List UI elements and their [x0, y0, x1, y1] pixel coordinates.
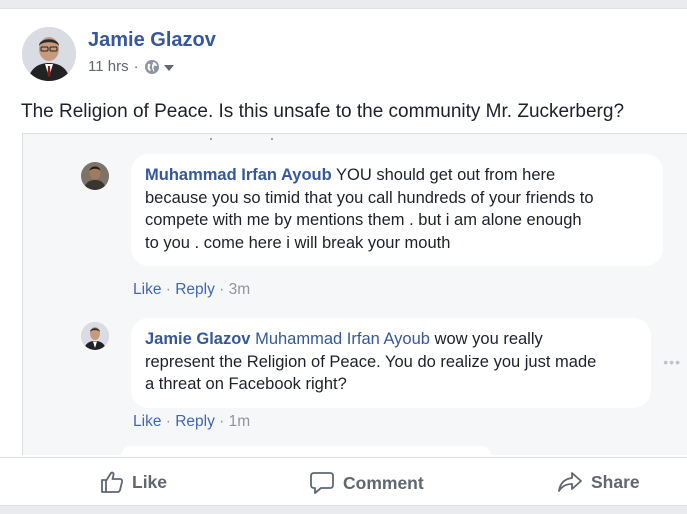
globe-icon[interactable]	[144, 59, 160, 75]
comment-bubble: Muhammad Irfan Ayoub YOU should get out …	[131, 154, 663, 266]
post-timestamp[interactable]: 11 hrs	[88, 58, 129, 75]
share-arrow-icon	[558, 472, 582, 492]
comment-1-actions: Like · Reply · 3m	[133, 281, 251, 298]
post-time-row: 11 hrs ·	[88, 58, 216, 75]
comment-mention-link[interactable]: Muhammad Irfan Ayoub	[255, 330, 430, 348]
like-button[interactable]: Like	[100, 471, 167, 493]
comment-text-line: compete with me by mentions them . but i…	[145, 211, 582, 229]
share-button-label: Share	[591, 471, 640, 492]
post-meta: Jamie Glazov 11 hrs ·	[88, 27, 216, 75]
comment-text-line: a threat on Facebook right?	[145, 375, 347, 393]
post-card: Jamie Glazov 11 hrs · The Religion of Pe…	[0, 8, 687, 506]
post-action-bar: Like Comment Share	[0, 457, 687, 507]
comment-text-line: represent the Religion of Peace. You do …	[145, 352, 597, 371]
share-button[interactable]: Share	[557, 471, 640, 493]
like-button-label: Like	[132, 471, 168, 492]
thumbs-up-icon	[101, 471, 124, 493]
comment-button-label: Comment	[343, 472, 424, 493]
comment-text-line: to you . come here i will break your mou…	[145, 233, 451, 252]
comment-text-line: YOU should get out from here	[331, 166, 556, 184]
post-text: The Religion of Peace. Is this unsafe to…	[21, 101, 625, 122]
comment-reply-link[interactable]: Reply	[175, 413, 215, 430]
comment-like-link[interactable]: Like	[133, 413, 161, 430]
comment-text-line: wow you really	[429, 330, 543, 348]
comment-2-actions: Like · Reply · 1m	[133, 413, 251, 430]
commenter-avatar[interactable]	[81, 162, 109, 190]
separator: ·	[133, 58, 139, 75]
embedded-screenshot: · · Muhammad Irfan Ayoub YOU should get …	[22, 133, 687, 455]
privacy-dropdown-caret-icon[interactable]	[163, 64, 174, 71]
comment-time[interactable]: 3m	[229, 281, 251, 298]
more-options-icon[interactable]: •••	[663, 354, 681, 370]
comment-time[interactable]: 1m	[229, 413, 251, 430]
commenter-avatar[interactable]	[81, 322, 109, 350]
comment-author-name[interactable]: Jamie Glazov	[145, 330, 250, 348]
comment-2: Jamie Glazov Muhammad Irfan Ayoub wow yo…	[81, 318, 651, 408]
speech-bubble-icon	[310, 472, 334, 494]
comment-author-name[interactable]: Muhammad Irfan Ayoub	[145, 166, 332, 184]
comment-like-link[interactable]: Like	[133, 281, 161, 298]
post-author-name[interactable]: Jamie Glazov	[88, 29, 216, 52]
post-header: Jamie Glazov 11 hrs ·	[22, 27, 216, 87]
author-avatar[interactable]	[22, 27, 76, 81]
comment-1: Muhammad Irfan Ayoub YOU should get out …	[81, 154, 663, 266]
comment-bubble: Jamie Glazov Muhammad Irfan Ayoub wow yo…	[131, 318, 651, 408]
comment-reply-link[interactable]: Reply	[175, 281, 215, 298]
cropped-text-fragment: · ·	[208, 133, 275, 148]
comment-button[interactable]: Comment	[309, 471, 424, 495]
comment-text-line: because you so timid that you call hundr…	[145, 188, 594, 207]
cropped-comment-bubble	[121, 446, 491, 455]
